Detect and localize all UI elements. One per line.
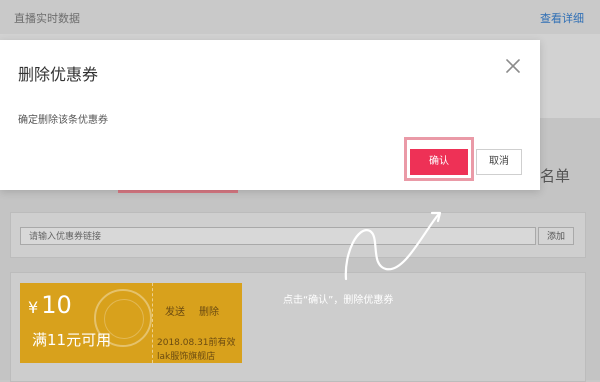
currency-symbol: ¥ (28, 298, 39, 317)
view-details-link[interactable]: 查看详细 (540, 10, 584, 26)
live-data-title: 直播实时数据 (14, 12, 80, 25)
coupon-condition: 满11元可用 (32, 331, 112, 349)
tab-underline (118, 190, 238, 193)
coupon-send-button[interactable]: 发送 (165, 303, 185, 318)
coupon-link-input[interactable]: 请输入优惠券链接 (20, 227, 536, 245)
coupon-card: ¥10 满11元可用 发送 删除 2018.08.31前有效 lak服饰旗舰店 (20, 283, 242, 363)
coupon-delete-button[interactable]: 删除 (199, 303, 219, 318)
coupon-actions-area: 发送 删除 2018.08.31前有效 lak服饰旗舰店 (152, 283, 243, 363)
coupon-amount: 10 (41, 291, 72, 319)
coupon-price: ¥10 (28, 291, 72, 319)
delete-coupon-dialog: 删除优惠券 确定删除该条优惠券 确认 取消 (0, 40, 540, 190)
confirm-button[interactable]: 确认 (410, 149, 468, 175)
coupon-expiry: 2018.08.31前有效 (157, 338, 236, 348)
cancel-button[interactable]: 取消 (476, 149, 522, 175)
add-coupon-button[interactable]: 添加 (538, 227, 574, 245)
dialog-title: 删除优惠券 (18, 65, 99, 84)
coupon-value-area: ¥10 满11元可用 (20, 283, 152, 363)
close-icon[interactable] (503, 56, 523, 76)
instruction-hint: 点击“确认”，删除优惠券 (283, 295, 394, 306)
dialog-message: 确定删除该条优惠券 (18, 115, 108, 126)
background-header (0, 0, 600, 34)
background-right-text: 名单 (540, 167, 571, 185)
coupon-shop: lak服饰旗舰店 (157, 352, 216, 362)
arrow-annotation-icon (344, 211, 442, 281)
